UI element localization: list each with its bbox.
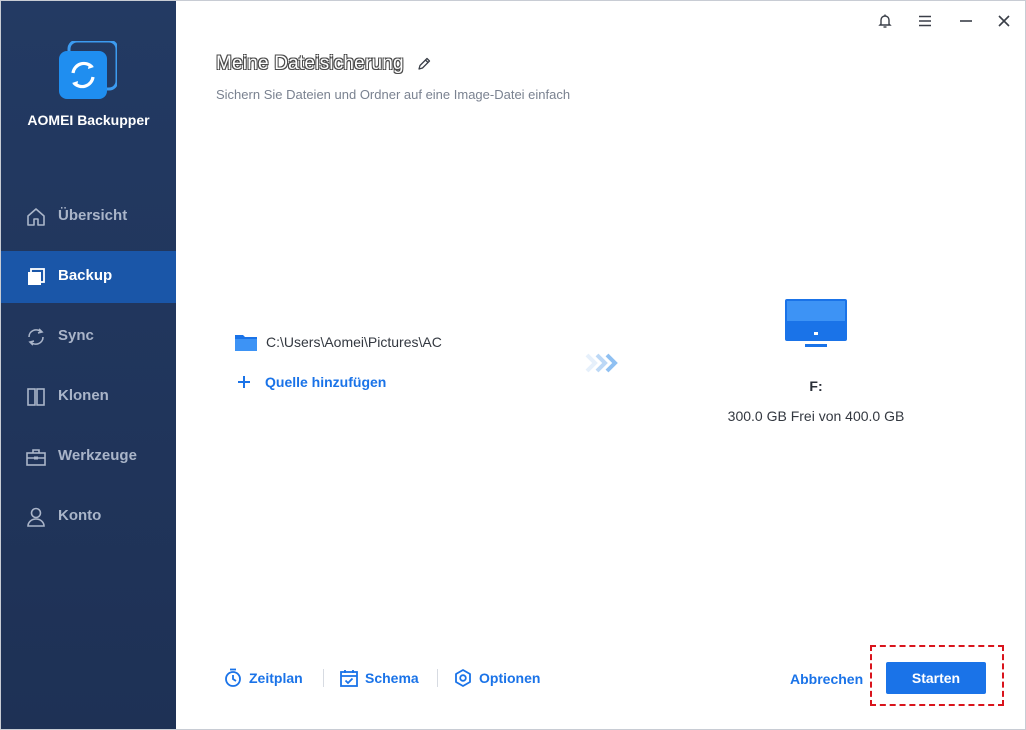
options-button[interactable]: Optionen (453, 668, 540, 688)
home-icon (27, 208, 45, 226)
calendar-check-icon (340, 670, 358, 687)
plus-icon (238, 376, 250, 388)
user-icon (27, 507, 45, 527)
toolbox-icon (26, 449, 46, 466)
add-source-button[interactable]: Quelle hinzufügen (237, 374, 386, 390)
sidebar-item-sync[interactable]: Sync (1, 311, 176, 363)
sidebar-item-clone[interactable]: Klonen (1, 371, 176, 423)
backup-icon (28, 268, 45, 285)
start-button[interactable]: Starten (886, 662, 986, 694)
sidebar-item-label: Übersicht (58, 207, 128, 224)
folder-icon (235, 335, 257, 351)
options-gear-icon (455, 669, 471, 687)
clone-icon (27, 388, 45, 406)
source-path: C:\Users\Aomei\Pictures\AC (266, 334, 442, 350)
sidebar-item-tools[interactable]: Werkzeuge (1, 431, 176, 483)
aomei-logo (59, 41, 117, 99)
cancel-button[interactable]: Abbrechen (790, 671, 863, 687)
add-source-label: Quelle hinzufügen (265, 374, 387, 390)
sync-icon (28, 328, 44, 346)
sidebar: AOMEI Backupper Übersicht Backup Sync Kl… (1, 1, 176, 729)
sidebar-item-label: Klonen (58, 387, 109, 404)
divider (437, 669, 438, 687)
sidebar-item-backup[interactable]: Backup (1, 251, 176, 303)
notification-button[interactable] (873, 9, 897, 33)
schedule-button[interactable]: Zeitplan (223, 668, 303, 688)
close-button[interactable] (992, 9, 1016, 33)
bell-icon (878, 14, 892, 28)
app-name: AOMEI Backupper (27, 112, 150, 128)
divider (323, 669, 324, 687)
destination-monitor-icon[interactable] (781, 299, 851, 351)
sidebar-item-label: Sync (58, 327, 94, 344)
sidebar-item-overview[interactable]: Übersicht (1, 191, 176, 243)
edit-pencil-icon[interactable] (416, 56, 432, 72)
sidebar-item-label: Backup (58, 267, 113, 284)
stopwatch-icon (225, 668, 241, 687)
sidebar-item-label: Werkzeuge (58, 447, 137, 464)
sidebar-item-account[interactable]: Konto (1, 491, 176, 543)
sidebar-nav: Übersicht Backup Sync Klonen Werkzeuge K… (1, 191, 176, 551)
source-item[interactable]: C:\Users\Aomei\Pictures\AC (234, 332, 442, 352)
minimize-icon (960, 20, 972, 22)
scheme-label: Schema (365, 670, 419, 686)
schedule-label: Zeitplan (249, 670, 303, 686)
menu-icon (919, 15, 931, 27)
minimize-button[interactable] (954, 9, 978, 33)
page-subtitle: Sichern Sie Dateien und Ordner auf eine … (216, 87, 571, 102)
scheme-button[interactable]: Schema (339, 668, 419, 688)
destination-space: 300.0 GB Frei von 400.0 GB (727, 408, 905, 424)
title-row: Meine Dateisicherung (216, 53, 432, 75)
flow-arrows-icon (585, 353, 618, 373)
close-icon (998, 15, 1010, 27)
menu-button[interactable] (913, 9, 937, 33)
page-title[interactable]: Meine Dateisicherung (216, 53, 404, 75)
destination-drive: F: (809, 378, 823, 394)
app-window: AOMEI Backupper Übersicht Backup Sync Kl… (0, 0, 1026, 730)
options-label: Optionen (479, 670, 541, 686)
sidebar-item-label: Konto (58, 507, 102, 524)
